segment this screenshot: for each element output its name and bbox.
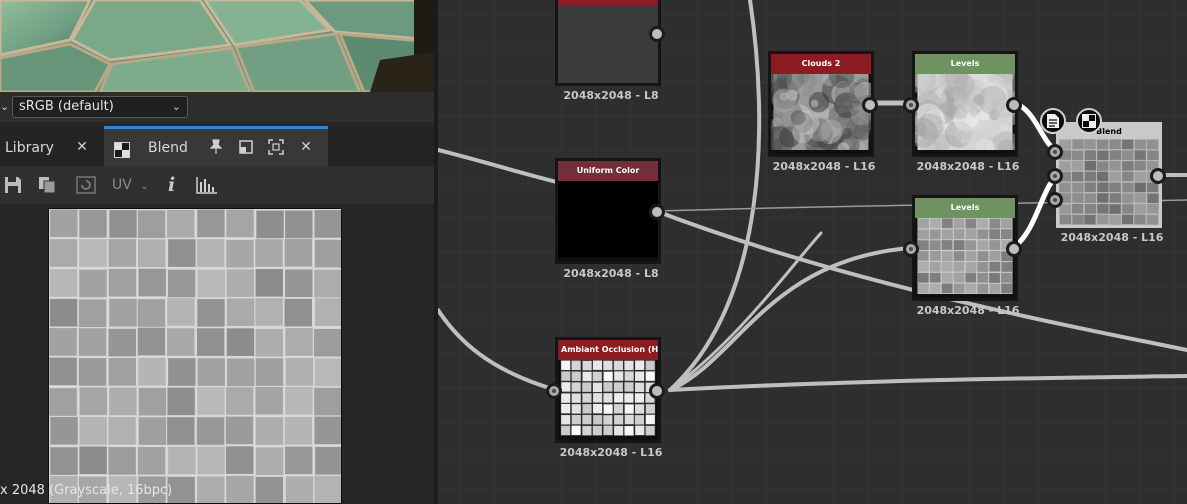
node-thumbnail (558, 5, 658, 83)
blend-node-icon (114, 142, 130, 158)
3d-view-render (0, 0, 434, 92)
uv-dropdown[interactable]: UV ⌄ (112, 176, 149, 194)
node-thumbnail (560, 360, 656, 436)
tab-library[interactable]: Library ✕ (0, 126, 100, 166)
node-input-port[interactable] (546, 383, 562, 399)
wire (668, 374, 1187, 392)
2d-view[interactable] (0, 204, 434, 504)
info-icon[interactable]: i (168, 176, 175, 195)
node-caption: 2048x2048 - L16 (916, 160, 1020, 173)
node-thumbnail (771, 74, 871, 150)
graph-node-levels-1[interactable]: Levels 2048x2048 - L16 (903, 51, 1022, 173)
node-header: Blend (1059, 125, 1159, 139)
colorspace-bar: ⌄ sRGB (default) ⌄ (0, 92, 434, 122)
node-thumbnail (917, 218, 1013, 294)
tab-library-label: Library (5, 140, 54, 156)
graph-node-blend[interactable]: Blend 2048x2048 - L16 (1047, 122, 1166, 244)
grayscale-tile-texture (49, 209, 341, 503)
copy-icon[interactable] (38, 176, 56, 194)
graph-node-ambient-occlusion[interactable]: Ambiant Occlusion (HB... 2048x2048 - L16 (546, 337, 665, 459)
document-icon[interactable] (1040, 108, 1066, 134)
node-caption: 2048x2048 - L16 (916, 304, 1020, 317)
wire (668, 0, 762, 392)
close-icon[interactable]: ✕ (298, 139, 314, 155)
save-icon[interactable] (4, 176, 22, 194)
graph-node-levels-2[interactable]: Levels 2048x2048 - L16 (903, 195, 1022, 317)
node-header: Uniform Color (558, 161, 658, 181)
node-output-port[interactable] (1006, 97, 1022, 113)
node-caption: 2048x2048 - L16 (772, 160, 876, 173)
graph-view[interactable]: 2048x2048 - L8 Uniform Color 2048x2048 -… (438, 0, 1187, 504)
2d-view-status: x 2048 (Grayscale, 16bpc) (0, 483, 173, 498)
close-icon[interactable]: ✕ (74, 139, 90, 155)
node-input-port[interactable] (903, 241, 919, 257)
node-output-port[interactable] (1006, 241, 1022, 257)
node-thumbnail (915, 74, 1015, 150)
wire (438, 148, 559, 184)
node-caption: 2048x2048 - L16 (559, 446, 663, 459)
node-caption: 2048x2048 - L8 (563, 267, 659, 280)
node-caption: 2048x2048 - L16 (1060, 231, 1164, 244)
colorspace-dropdown[interactable]: sRGB (default) ⌄ (12, 96, 188, 118)
node-header: Clouds 2 (771, 54, 871, 74)
node-input-port[interactable] (903, 97, 919, 113)
node-header: Ambiant Occlusion (HB... (558, 340, 658, 360)
node-thumbnail (1059, 139, 1159, 225)
chevron-down-icon: ⌄ (171, 100, 181, 113)
3d-view-preview[interactable] (0, 0, 434, 92)
node-output-port[interactable] (649, 383, 665, 399)
panel-tabbar: Library ✕ Blend ✕ (0, 126, 434, 166)
node-input-port[interactable] (1047, 144, 1063, 160)
refresh-icon[interactable] (76, 176, 96, 194)
left-panel: ⌄ sRGB (default) ⌄ Library ✕ Blend ✕ UV … (0, 0, 434, 504)
node-output-port[interactable] (1150, 168, 1166, 184)
node-output-port[interactable] (649, 26, 665, 42)
histogram-icon[interactable] (196, 176, 218, 194)
chevron-down-icon[interactable]: ⌄ (0, 99, 12, 115)
node-output-port[interactable] (649, 204, 665, 220)
blend-node-icon[interactable] (1076, 108, 1102, 134)
tab-blend-label: Blend (148, 140, 188, 156)
node-header: Levels (915, 198, 1015, 218)
node-input-port[interactable] (1047, 168, 1063, 184)
node-input-port[interactable] (1047, 192, 1063, 208)
maximize-icon[interactable] (268, 139, 284, 155)
2d-texture-preview (48, 208, 342, 504)
uv-label: UV (112, 177, 132, 193)
graph-node-uniform-color[interactable]: Uniform Color 2048x2048 - L8 (555, 158, 665, 280)
pin-icon[interactable] (208, 139, 224, 155)
wire (438, 308, 558, 392)
graph-node-clouds-2[interactable]: Clouds 2 2048x2048 - L16 (768, 51, 878, 173)
chevron-down-icon: ⌄ (140, 181, 149, 192)
2d-view-toolbar: UV ⌄ i (0, 166, 434, 204)
node-caption: 2048x2048 - L8 (563, 89, 659, 102)
colorspace-selected: sRGB (default) (19, 99, 114, 114)
dock-icon[interactable] (238, 139, 254, 155)
node-thumbnail (558, 181, 658, 257)
node-header: Levels (915, 54, 1015, 74)
tab-blend[interactable]: Blend ✕ (104, 126, 328, 166)
node-output-port[interactable] (862, 97, 878, 113)
graph-node-top[interactable]: 2048x2048 - L8 (555, 0, 665, 102)
